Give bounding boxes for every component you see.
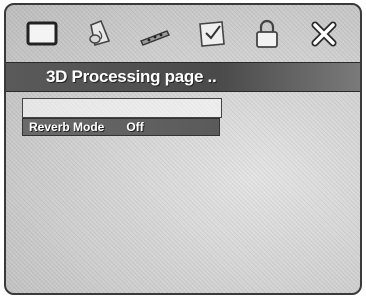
menu-item-blank[interactable] xyxy=(22,98,222,118)
tab-exit[interactable] xyxy=(304,14,344,54)
tab-setup[interactable] xyxy=(191,14,231,54)
osd-screen: 3D Processing page .. Reverb Mode Off xyxy=(4,3,362,295)
tab-audio[interactable] xyxy=(78,14,118,54)
menu-item-reverb-mode[interactable]: Reverb Mode Off xyxy=(22,118,220,136)
reverb-mode-label: Reverb Mode xyxy=(29,120,105,134)
reverb-mode-value: Off xyxy=(126,120,144,134)
remote-icon xyxy=(139,30,170,46)
tab-icon-bar xyxy=(6,5,360,63)
speaker-icon xyxy=(89,19,111,47)
checkbox-icon xyxy=(199,21,226,47)
tab-display[interactable] xyxy=(22,14,62,54)
display-icon xyxy=(26,21,58,46)
title-bar: 3D Processing page .. xyxy=(6,62,360,92)
close-icon xyxy=(311,21,337,47)
tab-lock[interactable] xyxy=(247,14,287,54)
lock-icon xyxy=(256,19,279,48)
page-title: 3D Processing page .. xyxy=(46,67,217,86)
tab-remote[interactable] xyxy=(135,14,175,54)
